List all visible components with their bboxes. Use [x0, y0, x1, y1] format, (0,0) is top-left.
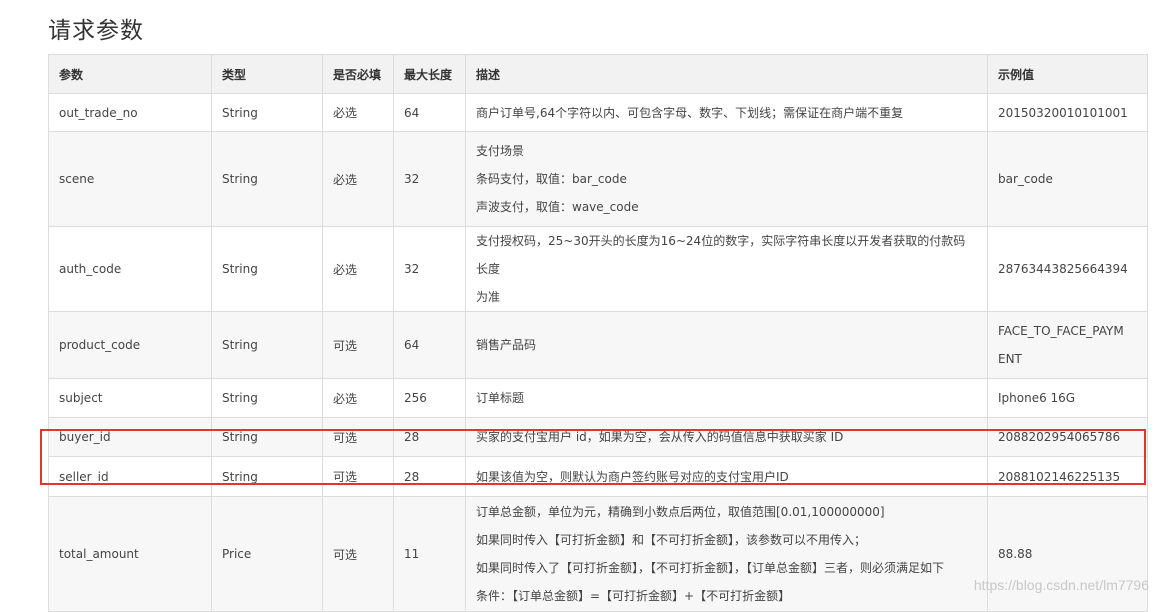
- cell-required: 必选: [322, 378, 394, 418]
- example-line: 88.88: [998, 547, 1033, 561]
- example-line: bar_code: [998, 172, 1053, 186]
- cell-max-length: 256: [393, 378, 466, 418]
- cell-max-length: 64: [393, 93, 466, 132]
- table-header-row: 参数 类型 是否必填 最大长度 描述 示例值: [48, 54, 1148, 94]
- cell-param: scene: [48, 131, 212, 227]
- cell-max-length: 28: [393, 456, 466, 497]
- page-title: 请求参数: [48, 18, 144, 44]
- cell-required: 可选: [322, 496, 394, 612]
- cell-required: 可选: [322, 417, 394, 457]
- description-line: 销售产品码: [476, 338, 537, 352]
- cell-required: 必选: [322, 226, 394, 312]
- cell-param: out_trade_no: [48, 93, 212, 132]
- example-line: 2088102146225135: [998, 469, 1121, 484]
- table-row: product_code String 可选 64 销售产品码 FACE_TO_FACE_…: [48, 311, 1148, 379]
- cell-description: 支付场景条码支付，取值：bar_code 声波支付，取值：wave_code: [465, 131, 988, 227]
- table-row: total_amount Price 可选 11 订单总金额，单位为元，精确到小数点后两…: [48, 496, 1148, 612]
- header-param: 参数: [48, 54, 212, 94]
- table-row: subject String 必选 256 订单标题 Iphone6 16G: [48, 378, 1148, 418]
- description-line: 商户订单号,64个字符以内、可包含字母、数字、下划线；需保证在商户端不重复: [476, 105, 904, 120]
- description-line: 订单标题: [476, 391, 525, 405]
- cell-required: 可选: [322, 456, 394, 497]
- header-required: 是否必填: [322, 54, 394, 94]
- cell-description: 如果该值为空，则默认为商户签约账号对应的支付宝用户ID: [465, 456, 988, 497]
- cell-type: String: [211, 378, 323, 418]
- cell-param: subject: [48, 378, 212, 418]
- cell-max-length: 11: [393, 496, 466, 612]
- table-row: out_trade_no String 必选 64 商户订单号,64个字符以内、可包含字…: [48, 93, 1148, 132]
- cell-max-length: 64: [393, 311, 466, 379]
- cell-description: 买家的支付宝用户 id，如果为空，会从传入的码值信息中获取买家 ID: [465, 417, 988, 457]
- description-line: 如果该值为空，则默认为商户签约账号对应的支付宝用户ID: [476, 469, 789, 484]
- description-line: 买家的支付宝用户 id，如果为空，会从传入的码值信息中获取买家 ID: [476, 430, 844, 444]
- cell-description: 订单标题: [465, 378, 988, 418]
- description-line: 支付场景: [476, 144, 525, 158]
- cell-type: String: [211, 417, 323, 457]
- cell-example: bar_code: [987, 131, 1148, 227]
- cell-max-length: 28: [393, 417, 466, 457]
- example-line: 28763443825664394: [998, 262, 1128, 276]
- cell-example: 28763443825664394: [987, 226, 1148, 312]
- cell-example: 2015032001010100​1: [987, 93, 1148, 132]
- example-line: 2088202954065786: [998, 430, 1121, 444]
- cell-required: 必选: [322, 131, 394, 227]
- cell-param: auth_code: [48, 226, 212, 312]
- example-line: FACE_TO_FACE_PAYM: [998, 324, 1124, 338]
- cell-type: String: [211, 311, 323, 379]
- description-line: 为准: [476, 290, 501, 304]
- cell-required: 可选: [322, 311, 394, 379]
- cell-description: 商户订单号,64个字符以内、可包含字母、数字、下划线；需保证在商户端不重复: [465, 93, 988, 132]
- example-line: Iphone6 16G: [998, 391, 1076, 405]
- description-line: 条码支付，取值：bar_code: [476, 172, 627, 186]
- cell-type: String: [211, 131, 323, 227]
- header-example: 示例值: [987, 54, 1148, 94]
- table-row: auth_code String 必选 32 支付授权码，25~30开头的长度为16~2…: [48, 226, 1148, 312]
- header-max-length: 最大长度: [393, 54, 466, 94]
- cell-example: Iphone6 16G: [987, 378, 1148, 418]
- cell-example: FACE_TO_FACE_PAYM ENT: [987, 311, 1148, 379]
- cell-max-length: 32: [393, 131, 466, 227]
- description-line: 订单总金额，单位为元，精确到小数点后两位，取值范围[0.01,100000000…: [476, 505, 885, 519]
- cell-description: 销售产品码: [465, 311, 988, 379]
- table-row: buyer_id String 可选 28 买家的支付宝用户 id，如果为空，会从传入的…: [48, 417, 1148, 457]
- watermark: https://blog.csdn.net/lm7796: [973, 577, 1149, 593]
- description-line: 如果同时传入了【可打折金额】，【不可打折金额】，【订单总金额】三者，则必须满足如…: [476, 561, 945, 575]
- cell-type: String: [211, 456, 323, 497]
- cell-type: String: [211, 93, 323, 132]
- description-line: 如果同时传入【可打折金额】和【不可打折金额】，该参数可以不用传入；: [476, 533, 867, 547]
- header-type: 类型: [211, 54, 323, 94]
- description-line: 声波支付，取值：wave_code: [476, 200, 639, 214]
- cell-param: total_amount: [48, 496, 212, 612]
- cell-param: buyer_id: [48, 417, 212, 457]
- cell-description: 支付授权码，25~30开头的长度为16~24位的数字，实际字符串长度以开发者获取…: [465, 226, 988, 312]
- cell-description: 订单总金额，单位为元，精确到小数点后两位，取值范围[0.01,100000000…: [465, 496, 988, 612]
- cell-example: 88.88: [987, 496, 1148, 612]
- table-row: seller_id String 可选 28 如果该值为空，则默认为商户签约账号对应的支…: [48, 456, 1148, 497]
- cell-type: String: [211, 226, 323, 312]
- cell-param: product_code: [48, 311, 212, 379]
- table-row: scene String 必选 32 支付场景条码支付，取值：bar_code 声波支付，…: [48, 131, 1148, 227]
- cell-max-length: 32: [393, 226, 466, 312]
- description-line: 支付授权码，25~30开头的长度为16~24位的数字，实际字符串长度以开发者获取…: [476, 234, 966, 276]
- cell-param: seller_id: [48, 456, 212, 497]
- header-description: 描述: [465, 54, 988, 94]
- example-line: ENT: [998, 352, 1022, 366]
- description-line: 条件：【订单总金额】=【可打折金额】+【不可打折金额】: [476, 589, 791, 603]
- cell-required: 必选: [322, 93, 394, 132]
- example-line: 2015032001010100​1: [998, 105, 1128, 120]
- cell-example: 2088202954065786: [987, 417, 1148, 457]
- request-params-table: 参数 类型 是否必填 最大长度 描述 示例值 out_trade_no Strin…: [48, 54, 1148, 612]
- cell-example: 2088102146225135: [987, 456, 1148, 497]
- cell-type: Price: [211, 496, 323, 612]
